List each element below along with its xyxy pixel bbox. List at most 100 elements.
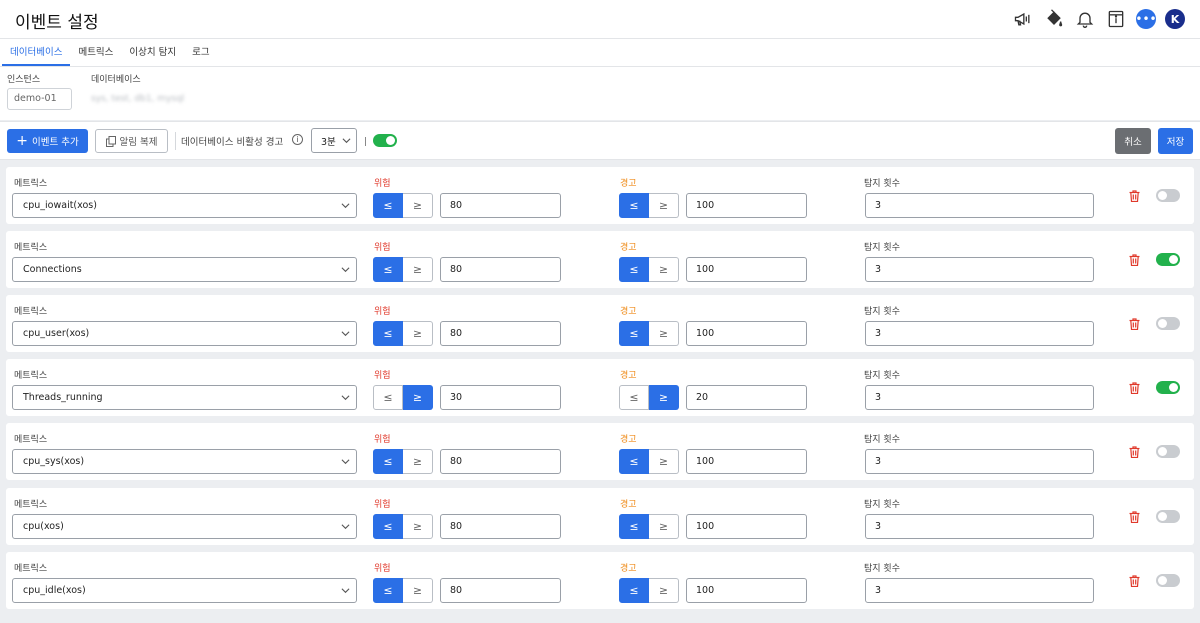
warning-ge-button[interactable]: ≥	[649, 321, 679, 346]
danger-threshold-input[interactable]: 80	[440, 321, 561, 346]
danger-operator-toggle[interactable]: ≤ ≥	[373, 578, 433, 603]
detect-count-input[interactable]: 3	[865, 193, 1094, 218]
save-button[interactable]: 저장	[1158, 128, 1193, 154]
inactivity-toggle[interactable]	[373, 134, 397, 147]
add-event-button[interactable]: + 이벤트 추가	[7, 129, 88, 153]
danger-ge-button[interactable]: ≥	[403, 193, 433, 218]
danger-operator-toggle[interactable]: ≤ ≥	[373, 385, 433, 410]
danger-ge-button[interactable]: ≥	[403, 449, 433, 474]
warning-le-button[interactable]: ≤	[619, 385, 649, 410]
detect-count-input[interactable]: 3	[865, 449, 1094, 474]
danger-threshold-input[interactable]: 80	[440, 514, 561, 539]
cancel-button[interactable]: 취소	[1115, 128, 1151, 154]
warning-ge-button[interactable]: ≥	[649, 385, 679, 410]
warning-threshold-input[interactable]: 20	[686, 385, 807, 410]
trash-icon[interactable]	[1129, 446, 1140, 458]
metric-select[interactable]: cpu_sys(xos)	[12, 449, 357, 474]
warning-threshold-input[interactable]: 100	[686, 449, 807, 474]
warning-threshold-input[interactable]: 100	[686, 578, 807, 603]
trash-icon[interactable]	[1129, 575, 1140, 587]
paint-bucket-icon[interactable]	[1043, 8, 1065, 30]
warning-operator-toggle[interactable]: ≤ ≥	[619, 257, 679, 282]
warning-threshold-input[interactable]: 100	[686, 514, 807, 539]
info-icon[interactable]: i	[292, 134, 303, 145]
warning-operator-toggle[interactable]: ≤ ≥	[619, 385, 679, 410]
detect-count-input[interactable]: 3	[865, 257, 1094, 282]
danger-ge-button[interactable]: ≥	[403, 321, 433, 346]
danger-operator-toggle[interactable]: ≤ ≥	[373, 193, 433, 218]
warning-le-button[interactable]: ≤	[619, 193, 649, 218]
trash-icon[interactable]	[1129, 382, 1140, 394]
copy-alert-button[interactable]: 알림 복제	[95, 129, 168, 153]
danger-ge-button[interactable]: ≥	[403, 257, 433, 282]
event-enabled-toggle[interactable]	[1156, 381, 1180, 394]
warning-ge-button[interactable]: ≥	[649, 514, 679, 539]
trash-icon[interactable]	[1129, 511, 1140, 523]
megaphone-icon[interactable]	[1012, 8, 1034, 30]
detect-count-input[interactable]: 3	[865, 578, 1094, 603]
danger-operator-toggle[interactable]: ≤ ≥	[373, 449, 433, 474]
warning-le-button[interactable]: ≤	[619, 578, 649, 603]
danger-threshold-input[interactable]: 80	[440, 193, 561, 218]
document-info-icon[interactable]	[1105, 8, 1127, 30]
warning-le-button[interactable]: ≤	[619, 257, 649, 282]
danger-le-button[interactable]: ≤	[373, 449, 403, 474]
metric-select[interactable]: Connections	[12, 257, 357, 282]
metric-select[interactable]: cpu_iowait(xos)	[12, 193, 357, 218]
danger-ge-button[interactable]: ≥	[403, 514, 433, 539]
danger-le-button[interactable]: ≤	[373, 257, 403, 282]
danger-threshold-input[interactable]: 80	[440, 257, 561, 282]
danger-threshold-input[interactable]: 80	[440, 578, 561, 603]
warning-ge-button[interactable]: ≥	[649, 449, 679, 474]
warning-threshold-input[interactable]: 100	[686, 257, 807, 282]
detect-count-input[interactable]: 3	[865, 321, 1094, 346]
danger-le-button[interactable]: ≤	[373, 514, 403, 539]
danger-threshold-input[interactable]: 30	[440, 385, 561, 410]
metric-select[interactable]: cpu(xos)	[12, 514, 357, 539]
interval-select[interactable]: 3분	[311, 128, 357, 153]
event-enabled-toggle[interactable]	[1156, 574, 1180, 587]
warning-threshold-input[interactable]: 100	[686, 193, 807, 218]
detect-count-input[interactable]: 3	[865, 514, 1094, 539]
detect-count-input[interactable]: 3	[865, 385, 1094, 410]
danger-ge-button[interactable]: ≥	[403, 578, 433, 603]
warning-le-button[interactable]: ≤	[619, 321, 649, 346]
danger-threshold-input[interactable]: 80	[440, 449, 561, 474]
danger-le-button[interactable]: ≤	[373, 578, 403, 603]
tab-metrics[interactable]: 메트릭스	[70, 39, 121, 66]
tab-log[interactable]: 로그	[184, 39, 217, 66]
trash-icon[interactable]	[1129, 254, 1140, 266]
event-enabled-toggle[interactable]	[1156, 317, 1180, 330]
chat-icon[interactable]: •••	[1135, 9, 1157, 29]
warning-operator-toggle[interactable]: ≤ ≥	[619, 578, 679, 603]
warning-operator-toggle[interactable]: ≤ ≥	[619, 321, 679, 346]
danger-le-button[interactable]: ≤	[373, 385, 403, 410]
metric-select[interactable]: cpu_idle(xos)	[12, 578, 357, 603]
bell-icon[interactable]	[1074, 8, 1096, 30]
danger-operator-toggle[interactable]: ≤ ≥	[373, 257, 433, 282]
event-enabled-toggle[interactable]	[1156, 510, 1180, 523]
warning-ge-button[interactable]: ≥	[649, 193, 679, 218]
trash-icon[interactable]	[1129, 190, 1140, 202]
danger-ge-button[interactable]: ≥	[403, 385, 433, 410]
tab-database[interactable]: 데이터베이스	[2, 39, 71, 66]
warning-ge-button[interactable]: ≥	[649, 578, 679, 603]
trash-icon[interactable]	[1129, 318, 1140, 330]
danger-le-button[interactable]: ≤	[373, 193, 403, 218]
event-enabled-toggle[interactable]	[1156, 189, 1180, 202]
warning-operator-toggle[interactable]: ≤ ≥	[619, 449, 679, 474]
instance-field[interactable]: demo-01	[7, 88, 72, 110]
event-enabled-toggle[interactable]	[1156, 445, 1180, 458]
warning-le-button[interactable]: ≤	[619, 449, 649, 474]
event-enabled-toggle[interactable]	[1156, 253, 1180, 266]
tab-anomaly-detection[interactable]: 이상치 탐지	[121, 39, 184, 66]
warning-operator-toggle[interactable]: ≤ ≥	[619, 193, 679, 218]
warning-operator-toggle[interactable]: ≤ ≥	[619, 514, 679, 539]
warning-threshold-input[interactable]: 100	[686, 321, 807, 346]
metric-select[interactable]: cpu_user(xos)	[12, 321, 357, 346]
avatar[interactable]: K	[1165, 9, 1185, 29]
danger-le-button[interactable]: ≤	[373, 321, 403, 346]
warning-ge-button[interactable]: ≥	[649, 257, 679, 282]
warning-le-button[interactable]: ≤	[619, 514, 649, 539]
danger-operator-toggle[interactable]: ≤ ≥	[373, 321, 433, 346]
